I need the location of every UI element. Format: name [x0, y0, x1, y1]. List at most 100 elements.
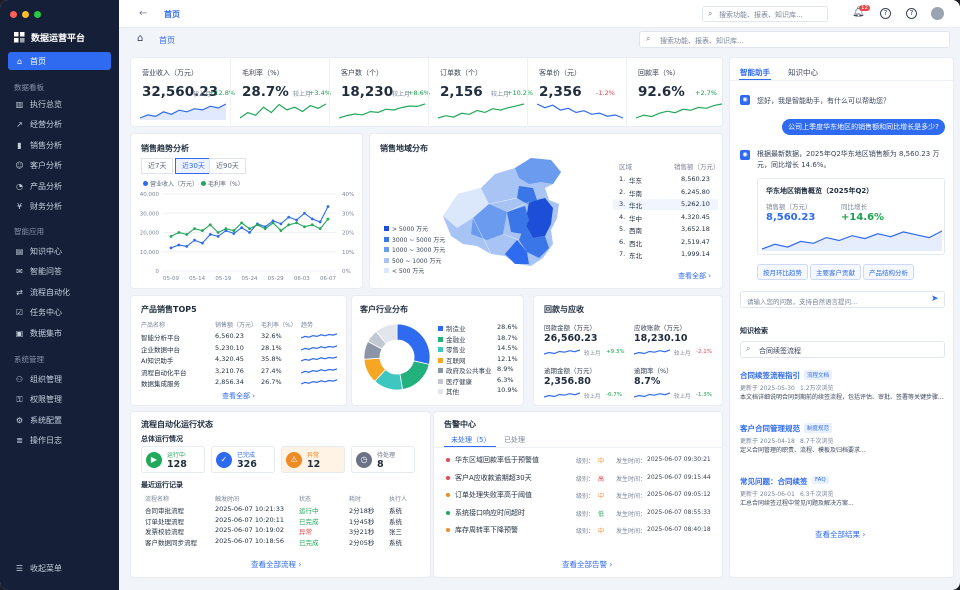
series-point-0[interactable] [240, 226, 244, 230]
geo-view-all-link[interactable]: 查看全部 › [678, 271, 711, 281]
help-circle-icon[interactable]: ? [906, 8, 917, 19]
sidebar-item-board-0[interactable]: ▥ 执行总览 [8, 95, 111, 113]
geo-row[interactable]: 5. 西南 3,652.18 [613, 224, 718, 235]
receivable-item[interactable]: 回款金额（万元） 26,560.23 较上月 +9.3% [544, 320, 630, 362]
geo-row[interactable]: 1. 华东 8,560.23 [613, 174, 718, 185]
series-point-1[interactable] [208, 223, 212, 227]
series-point-1[interactable] [240, 221, 244, 225]
geo-row[interactable]: 4. 华中 4,320.45 [613, 212, 718, 223]
series-point-1[interactable] [224, 227, 228, 231]
series-point-0[interactable] [248, 231, 251, 234]
products-view-all-link[interactable]: 查看全部 › [222, 391, 255, 401]
sidebar-item-sys-1[interactable]: ⚿ 权限管理 [8, 391, 111, 409]
series-point-1[interactable] [310, 223, 314, 227]
geo-row[interactable]: 2. 华南 6,245.80 [613, 187, 718, 198]
receivable-item[interactable]: 应收账款（万元） 18,230.10 较上月 -2.1% [634, 320, 720, 362]
kb-result[interactable]: 合同续签流程指引 流程文档 更新于 2025-05-30 1.2万次浏览 本文档详细说明… [740, 368, 945, 418]
series-point-0[interactable] [193, 238, 196, 242]
suggestion-chip[interactable]: 主要客户贡献 [810, 264, 861, 280]
close-window-button[interactable] [10, 11, 17, 18]
series-point-0[interactable] [216, 234, 220, 238]
sidebar-item-board-4[interactable]: ◔ 产品分析 [8, 177, 111, 195]
table-row[interactable]: 数据集成服务 2,856.34 26.7% [131, 377, 348, 388]
tab-home[interactable]: 首页 [164, 9, 180, 20]
geo-row[interactable]: 3. 华北 5,262.10 [613, 199, 718, 210]
table-row[interactable]: 客户数据同步流程 2025-06-07 10:18:56 已完成 2分05秒 系统 [131, 537, 432, 547]
kpi-card[interactable]: 营业收入（万元） 32,560.23 较上月 +12.8% [131, 58, 235, 128]
suggestion-chip[interactable]: 按月环比趋势 [757, 264, 808, 280]
tab-unhandled[interactable]: 未处理（5） [451, 435, 490, 445]
table-row[interactable]: 企业数据中台 5,230.10 28.1% [131, 343, 348, 354]
series-point-1[interactable] [255, 223, 259, 227]
sidebar-item-home[interactable]: ⌂ 首页 [8, 52, 111, 70]
automation-stat[interactable]: ◷ 待处理 8 [351, 446, 415, 473]
kb-result-title[interactable]: 合同续签流程指引 [740, 370, 800, 381]
sidebar-item-app-4[interactable]: ▣ 数据集市 [8, 324, 111, 342]
question-input[interactable]: 请输入您的问题，支持自然语言提问... ➤ [740, 291, 945, 308]
automation-view-all-link[interactable]: 查看全部流程 › [251, 559, 301, 570]
tab-knowledge[interactable]: 知识中心 [788, 67, 818, 78]
series-point-1[interactable] [193, 227, 196, 231]
kb-result[interactable]: 常见问题：合同续签 FAQ 更新于 2025-06-01 6.3千次浏览 汇总合同续签过… [740, 474, 945, 524]
send-icon[interactable]: ➤ [931, 294, 939, 304]
sidebar-item-board-1[interactable]: ↗ 经营分析 [8, 116, 111, 134]
alert-row[interactable]: 系统接口响应时间超时 级别：低 发生时间： 2025-06-07 08:55:33 [434, 507, 724, 521]
series-point-1[interactable] [287, 223, 291, 227]
series-point-1[interactable] [271, 221, 275, 225]
automation-stat[interactable]: ✓ 已完成 326 [211, 446, 275, 473]
receivable-item[interactable]: 逾期率（%） 8.7% 较上月 -1.3% [634, 363, 720, 405]
kb-search-input[interactable]: ⌕ 合同续签流程 [740, 341, 945, 358]
kpi-card[interactable]: 回款率（%） 92.6% +2.7% [626, 58, 725, 128]
series-point-0[interactable] [287, 215, 291, 219]
series-point-1[interactable] [326, 217, 330, 221]
series-point-0[interactable] [201, 241, 204, 245]
sidebar-item-sys-0[interactable]: ⚇ 组织管理 [8, 370, 111, 388]
table-row[interactable]: AI知识助手 4,320.45 35.8% [131, 354, 348, 365]
table-row[interactable]: 合同审批流程 2025-06-07 10:21:33 运行中 2分18秒 系统 [131, 505, 432, 515]
help-icon[interactable]: ? [880, 8, 891, 19]
kb-result[interactable]: 客户合同管理规范 制度规范 更新于 2025-04-18 8.7千次浏览 定义合同管理的… [740, 421, 945, 471]
home-icon[interactable]: ⌂ [137, 33, 143, 44]
sidebar-item-app-1[interactable]: ✉ 智能问答 [8, 263, 111, 281]
kb-result-title[interactable]: 客户合同管理规范 [740, 423, 800, 434]
minimize-window-button[interactable] [22, 11, 29, 18]
series-point-0[interactable] [185, 244, 189, 248]
tab-assistant[interactable]: 智能助手 [740, 67, 770, 78]
series-point-1[interactable] [318, 227, 322, 231]
automation-stat[interactable]: ▶ 运行中 128 [141, 446, 205, 473]
back-arrow-icon[interactable]: ← [139, 8, 147, 19]
series-point-0[interactable] [169, 246, 173, 250]
alert-row[interactable]: 华东区域回款率低于预警值 级别：中 发生时间： 2025-06-07 09:30:21 [434, 454, 724, 468]
table-row[interactable]: 智能分析平台 6,560.23 32.6% [131, 331, 348, 342]
sidebar-item-app-2[interactable]: ⇄ 流程自动化 [8, 283, 111, 301]
alerts-view-all-link[interactable]: 查看全部告警 › [562, 559, 612, 570]
series-point-1[interactable] [185, 233, 189, 236]
series-point-1[interactable] [232, 229, 236, 232]
series-point-0[interactable] [279, 222, 283, 226]
geo-row[interactable]: 6. 西北 2,519.47 [613, 237, 718, 248]
sidebar-item-board-3[interactable]: ☺ 客户分析 [8, 157, 111, 175]
kpi-card[interactable]: 订单数（个） 2,156 较上月 +10.2% [428, 58, 533, 128]
kpi-card[interactable]: 毛利率（%） 28.7% 较上月 +3.4% [230, 58, 331, 128]
series-point-0[interactable] [208, 233, 212, 236]
series-point-0[interactable] [310, 217, 314, 221]
series-point-1[interactable] [177, 231, 181, 234]
top-search-input[interactable]: ⌕ 搜索功能、报表、知识库... [702, 6, 828, 22]
alert-row[interactable]: 订单处理失败率高于阈值 级别：中 发生时间： 2025-06-07 09:05:12 [434, 489, 724, 503]
series-point-0[interactable] [303, 211, 306, 215]
maximize-window-button[interactable] [34, 11, 41, 18]
donut-slice[interactable] [396, 323, 431, 365]
automation-stat[interactable]: ⚠ 异常 12 [281, 446, 345, 473]
series-point-1[interactable] [279, 229, 283, 232]
kpi-card[interactable]: 客单价（元） 2,356 -1.2% [527, 58, 626, 128]
table-row[interactable]: 发票校验流程 2025-06-07 10:19:02 异常 3分21秒 张三 [131, 526, 432, 536]
page-search-input[interactable]: ⌕ 搜索功能、报表、知识库... [639, 31, 950, 48]
sidebar-item-app-0[interactable]: ▤ 知识中心 [8, 242, 111, 260]
breadcrumb[interactable]: 首页 [159, 35, 175, 46]
kpi-card[interactable]: 客户数（个） 18,230 较上月 +8.6% [329, 58, 430, 128]
series-point-0[interactable] [318, 220, 322, 224]
series-point-1[interactable] [303, 225, 306, 229]
sidebar-item-sys-3[interactable]: ≣ 操作日志 [8, 432, 111, 450]
table-row[interactable]: 流程自动化平台 3,210.76 27.4% [131, 366, 348, 377]
series-point-1[interactable] [248, 227, 251, 231]
